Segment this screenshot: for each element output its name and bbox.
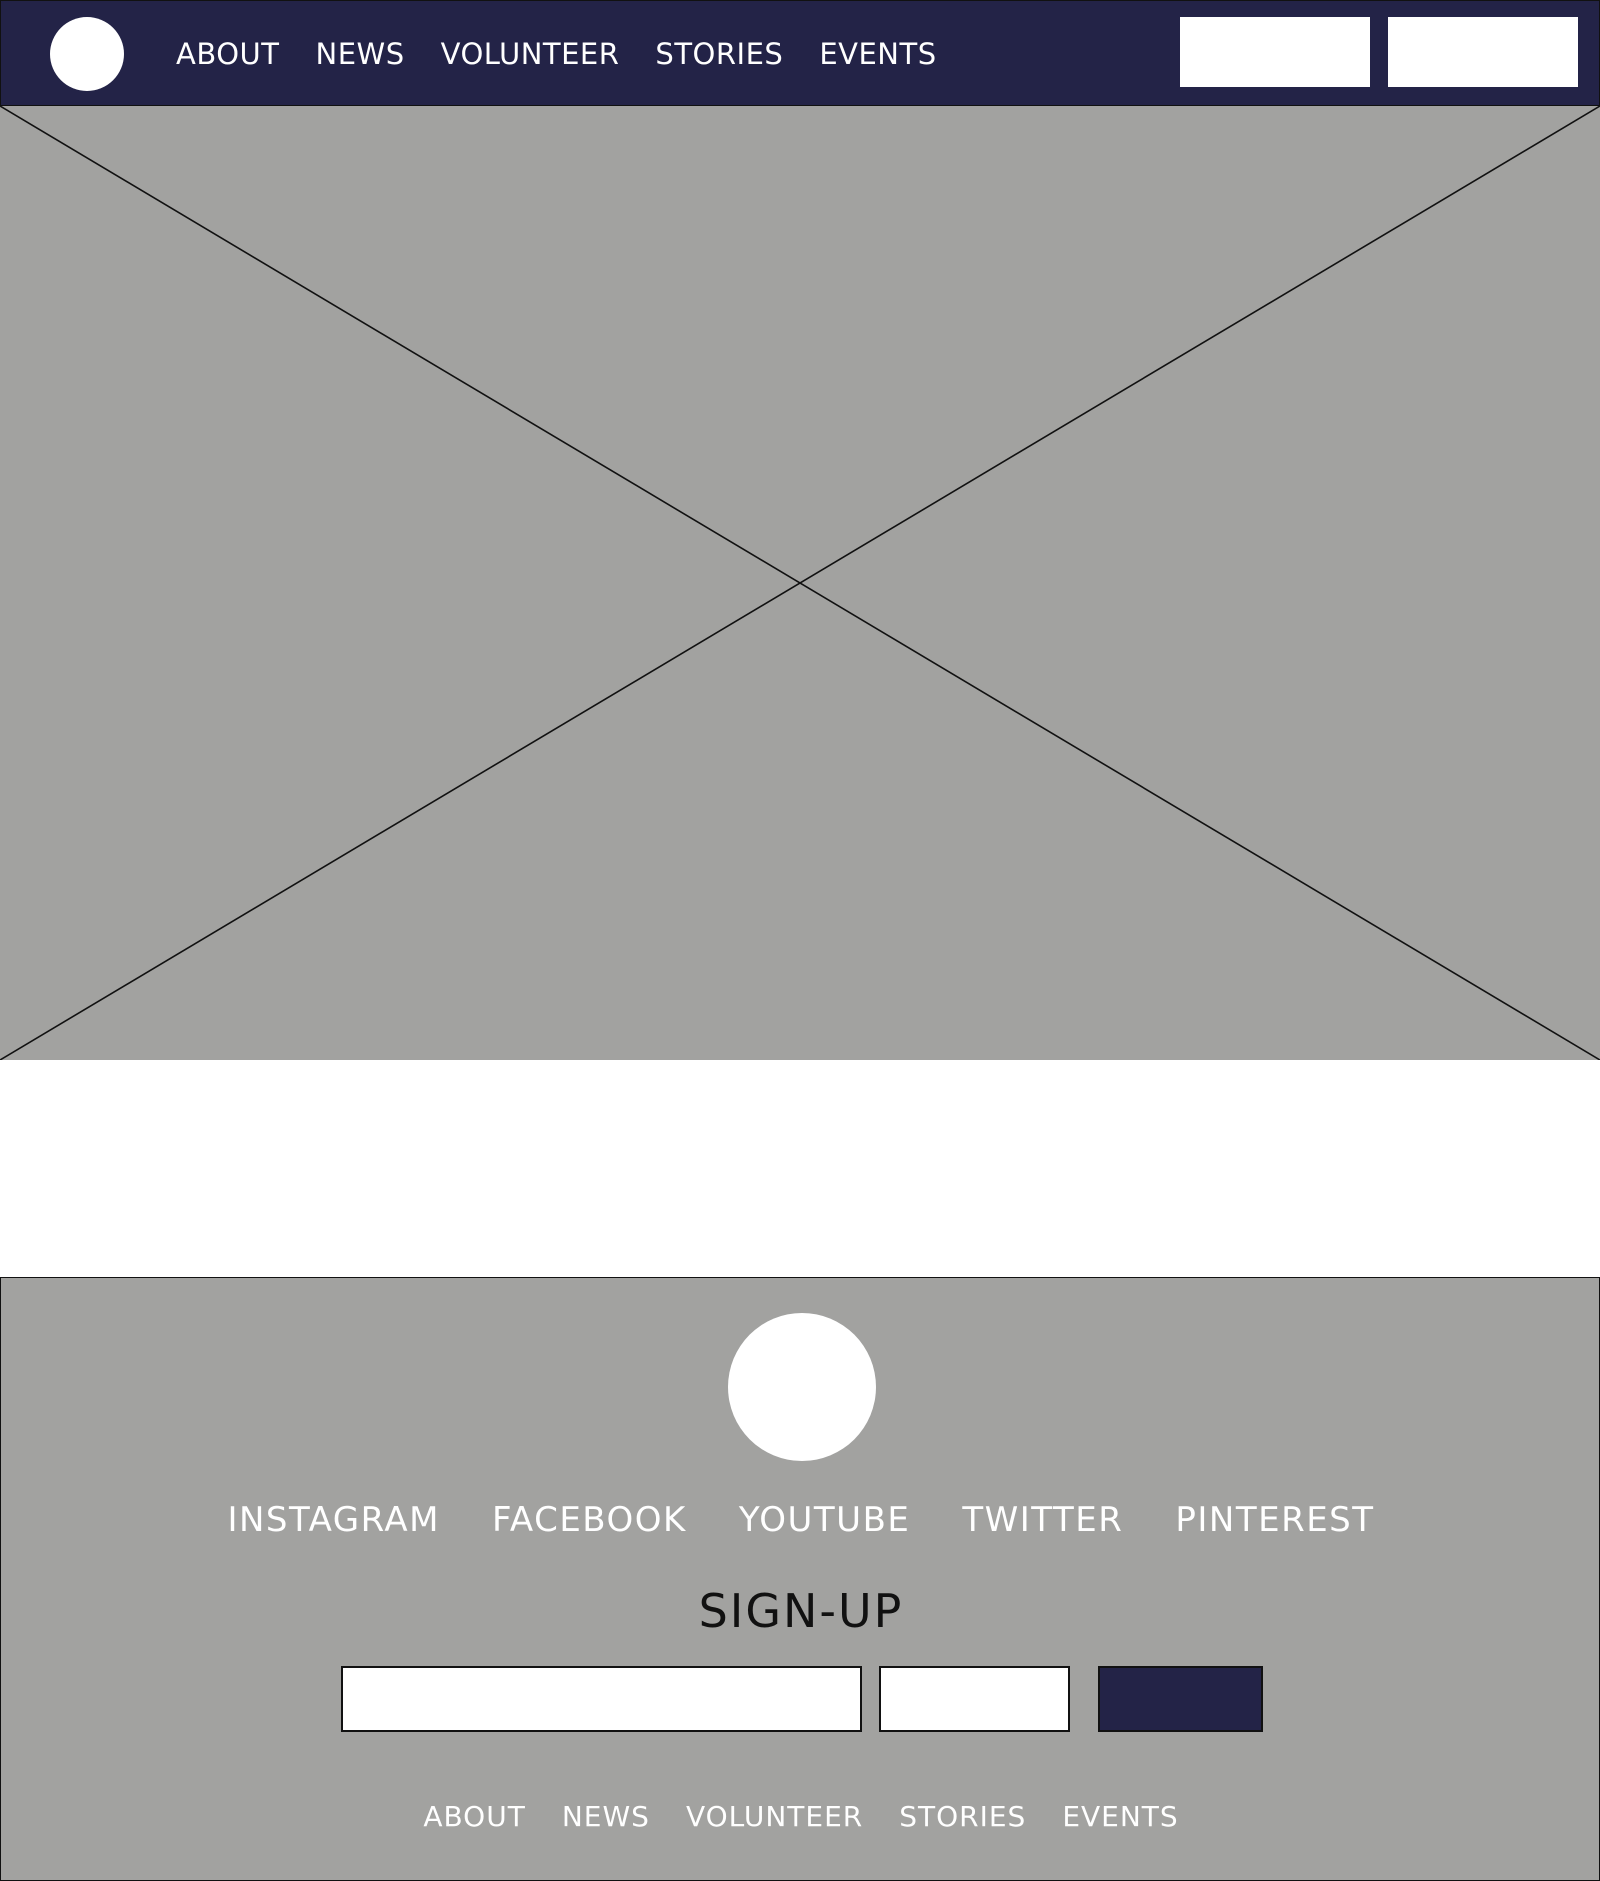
social-links: INSTAGRAM FACEBOOK YOUTUBE TWITTER PINTE…	[1, 1500, 1600, 1540]
nav-link-news[interactable]: NEWS	[316, 37, 405, 71]
logo-circle-icon[interactable]	[50, 17, 124, 91]
footer-nav-link-about[interactable]: ABOUT	[423, 1800, 526, 1833]
header-button-secondary[interactable]	[1388, 17, 1578, 87]
social-link-facebook[interactable]: FACEBOOK	[492, 1500, 687, 1540]
hero-image-placeholder	[0, 106, 1600, 1060]
footer-nav-link-events[interactable]: EVENTS	[1062, 1800, 1178, 1833]
footer-logo-circle-icon[interactable]	[728, 1313, 876, 1461]
nav-link-stories[interactable]: STORIES	[655, 37, 783, 71]
signup-title: SIGN-UP	[698, 1584, 904, 1638]
nav-link-events[interactable]: EVENTS	[819, 37, 936, 71]
footer-nav: ABOUT NEWS VOLUNTEER STORIES EVENTS	[1, 1800, 1600, 1833]
nav-link-volunteer[interactable]: VOLUNTEER	[441, 37, 620, 71]
signup-submit-button[interactable]	[1098, 1666, 1263, 1732]
footer-nav-link-stories[interactable]: STORIES	[899, 1800, 1026, 1833]
site-header: ABOUT NEWS VOLUNTEER STORIES EVENTS	[0, 0, 1600, 106]
footer-nav-link-volunteer[interactable]: VOLUNTEER	[686, 1800, 863, 1833]
social-link-instagram[interactable]: INSTAGRAM	[227, 1500, 440, 1540]
nav-link-about[interactable]: ABOUT	[176, 37, 280, 71]
site-footer: INSTAGRAM FACEBOOK YOUTUBE TWITTER PINTE…	[0, 1277, 1600, 1881]
signup-secondary-field[interactable]	[879, 1666, 1070, 1732]
social-link-twitter[interactable]: TWITTER	[962, 1500, 1123, 1540]
footer-nav-link-news[interactable]: NEWS	[562, 1800, 650, 1833]
header-button-primary[interactable]	[1180, 17, 1370, 87]
social-link-pinterest[interactable]: PINTEREST	[1175, 1500, 1374, 1540]
header-nav: ABOUT NEWS VOLUNTEER STORIES EVENTS	[176, 1, 973, 107]
signup-email-field[interactable]	[341, 1666, 862, 1732]
image-placeholder-icon	[0, 106, 1600, 1060]
social-link-youtube[interactable]: YOUTUBE	[739, 1500, 911, 1540]
